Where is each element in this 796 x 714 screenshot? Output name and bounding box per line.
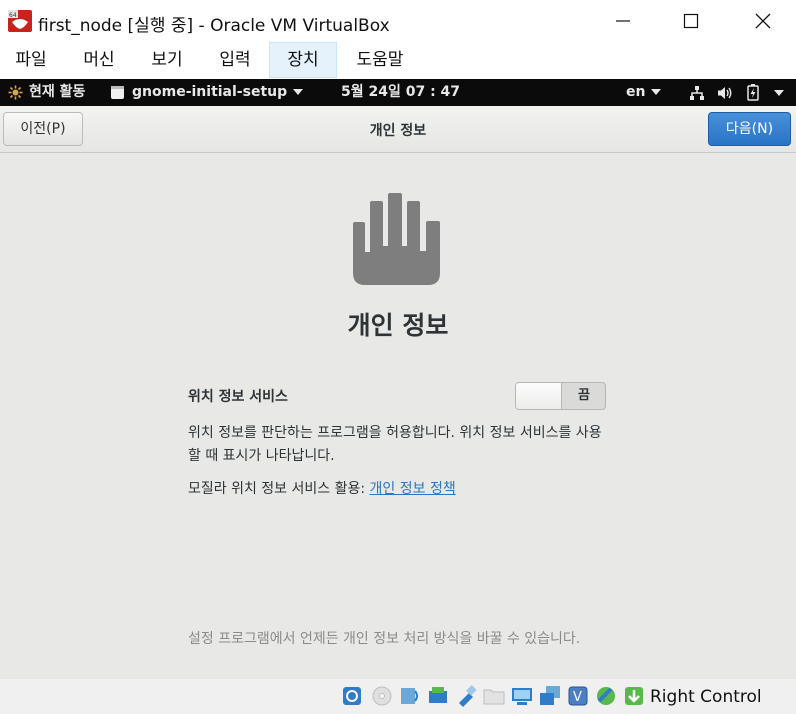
mozilla-prefix: 모질라 위치 정보 서비스 활용: bbox=[188, 481, 370, 497]
app-menu-button[interactable]: gnome-initial-setup bbox=[132, 79, 304, 106]
header-title: 개인 정보 bbox=[369, 123, 427, 139]
switch-knob[interactable] bbox=[516, 383, 562, 409]
location-description: 위치 정보를 판단하는 프로그램을 허용합니다. 위치 정보 서비스를 사용할 … bbox=[188, 425, 602, 464]
input-source-button[interactable]: en bbox=[626, 79, 662, 106]
menu-input[interactable]: 입력 bbox=[204, 42, 266, 78]
close-icon bbox=[755, 13, 771, 29]
menu-file[interactable]: 파일 bbox=[0, 42, 62, 78]
settings-footnote: 설정 프로그램에서 언제든 개인 정보 처리 방식을 바꿀 수 있습니다. bbox=[188, 631, 581, 647]
system-menu-arrow-icon[interactable] bbox=[774, 90, 784, 96]
recording-icon[interactable] bbox=[539, 685, 561, 707]
menu-view[interactable]: 보기 bbox=[136, 42, 198, 78]
volume-icon[interactable] bbox=[717, 85, 733, 101]
privacy-page: 개인 정보 위치 정보 서비스 끔 위치 정보를 판단하는 프로그램을 허용합니… bbox=[0, 153, 796, 679]
optical-drive-icon[interactable] bbox=[371, 685, 393, 707]
application-icon bbox=[111, 86, 124, 99]
display-icon[interactable] bbox=[511, 685, 533, 707]
app-menu-arrow-icon bbox=[293, 89, 304, 95]
location-services-switch[interactable]: 끔 bbox=[515, 382, 606, 410]
clock[interactable]: 5월 24일 07 : 47 bbox=[341, 79, 460, 106]
menu-bar: 파일 머신 보기 입력 장치 도움말 bbox=[0, 42, 796, 79]
vbox-status-bar: V Right Control bbox=[0, 679, 796, 714]
maximize-button[interactable] bbox=[668, 0, 714, 42]
host-key-label: Right Control bbox=[650, 687, 762, 707]
network-icon[interactable] bbox=[689, 85, 705, 101]
virtualbox-window: 64 first_node [실행 중] - Oracle VM Virtual… bbox=[0, 0, 796, 714]
virtualbox-icon: 64 bbox=[8, 10, 32, 32]
close-button[interactable] bbox=[740, 0, 786, 42]
mozilla-location-line: 모질라 위치 정보 서비스 활용: 개인 정보 정책 bbox=[188, 478, 456, 498]
window-title: first_node [실행 중] - Oracle VM VirtualBox bbox=[38, 16, 390, 36]
hard-disk-icon[interactable] bbox=[341, 685, 363, 707]
network-adapter-icon[interactable] bbox=[427, 685, 449, 707]
title-bar: 64 first_node [실행 중] - Oracle VM Virtual… bbox=[0, 0, 796, 42]
switch-state-label: 끔 bbox=[578, 388, 590, 403]
input-source-arrow-icon bbox=[651, 89, 662, 95]
mouse-integration-icon[interactable] bbox=[623, 685, 645, 707]
battery-icon[interactable] bbox=[747, 84, 759, 101]
menu-devices[interactable]: 장치 bbox=[269, 42, 337, 78]
activities-button[interactable]: 현재 활동 bbox=[29, 79, 85, 106]
minimize-icon bbox=[616, 20, 630, 22]
svg-text:V: V bbox=[573, 690, 582, 705]
page-heading: 개인 정보 bbox=[347, 311, 449, 340]
maximize-icon bbox=[683, 13, 699, 29]
privacy-policy-link[interactable]: 개인 정보 정책 bbox=[370, 481, 456, 497]
hand-privacy-icon bbox=[353, 193, 440, 285]
input-source-label: en bbox=[626, 84, 646, 100]
shared-folders-icon[interactable] bbox=[483, 685, 505, 707]
next-button[interactable]: 다음(N) bbox=[708, 112, 791, 146]
usb-icon[interactable] bbox=[455, 685, 477, 707]
app-menu-label: gnome-initial-setup bbox=[132, 84, 288, 100]
gnome-top-bar: 현재 활동 gnome-initial-setup 5월 24일 07 : 47… bbox=[0, 79, 796, 106]
guest-additions-icon[interactable] bbox=[595, 685, 617, 707]
location-services-label: 위치 정보 서비스 bbox=[188, 389, 288, 405]
header-bar: 이전(P) 개인 정보 다음(N) bbox=[0, 106, 796, 153]
activities-icon bbox=[8, 85, 23, 100]
cpu-icon[interactable]: V bbox=[567, 685, 589, 707]
minimize-button[interactable] bbox=[600, 0, 646, 42]
menu-machine[interactable]: 머신 bbox=[68, 42, 130, 78]
audio-icon[interactable] bbox=[399, 685, 421, 707]
menu-help[interactable]: 도움말 bbox=[343, 42, 417, 78]
svg-text:64: 64 bbox=[9, 12, 17, 19]
